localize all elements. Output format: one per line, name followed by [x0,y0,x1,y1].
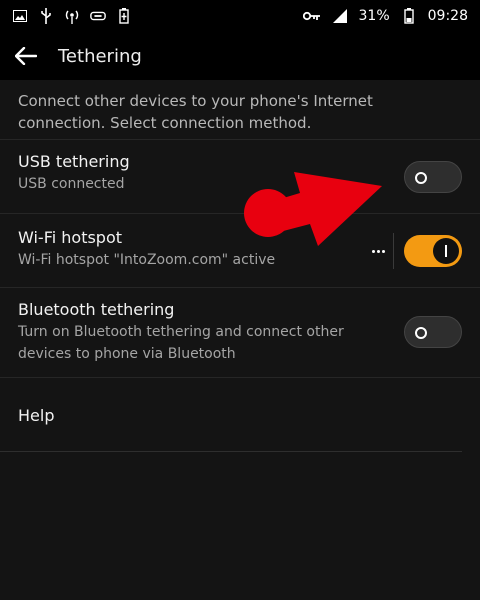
status-bar: 31% 09:28 [0,0,480,32]
battery-percent: 31% [358,8,390,24]
wifi-hotspot-row[interactable]: Wi-Fi hotspot Wi-Fi hotspot "IntoZoom.co… [0,214,480,288]
wifi-hotspot-title: Wi-Fi hotspot [18,228,123,247]
more-options-icon[interactable] [366,239,390,263]
battery-icon [400,8,418,24]
usb-tethering-toggle[interactable] [404,161,462,193]
bluetooth-tethering-toggle[interactable] [404,316,462,348]
app-bar: Tethering [0,32,480,80]
divider [393,233,394,269]
usb-tethering-subtitle: USB connected [18,176,125,192]
help-title: Help [18,406,55,425]
usb-tethering-title: USB tethering [18,152,130,171]
battery-saver-icon [116,8,132,24]
wifi-hotspot-toggle[interactable] [404,235,462,267]
help-row[interactable]: Help [0,378,462,452]
key-icon [302,8,321,24]
status-bar-left [12,8,132,24]
signal-icon [331,8,349,24]
toggle-knob [408,165,434,191]
arrow-left-icon [15,47,37,65]
hotspot-icon [64,8,80,24]
settings-list: Connect other devices to your phone's In… [0,80,480,600]
toggle-knob [433,238,459,264]
toggle-knob [408,320,434,346]
bluetooth-tethering-subtitle: Turn on Bluetooth tethering and connect … [18,324,344,362]
description-text: Connect other devices to your phone's In… [0,80,480,140]
bluetooth-tethering-row[interactable]: Bluetooth tethering Turn on Bluetooth te… [0,288,480,378]
wifi-hotspot-subtitle: Wi-Fi hotspot "IntoZoom.com" active [18,252,276,268]
page-title: Tethering [58,45,142,67]
usb-icon [38,8,54,24]
status-bar-right: 31% 09:28 [302,8,468,24]
usb-tether-icon [90,8,106,24]
gallery-icon [12,8,28,24]
bluetooth-tethering-title: Bluetooth tethering [18,300,175,319]
clock: 09:28 [427,8,468,24]
back-button[interactable] [4,34,48,78]
usb-tethering-row[interactable]: USB tethering USB connected [0,140,480,214]
